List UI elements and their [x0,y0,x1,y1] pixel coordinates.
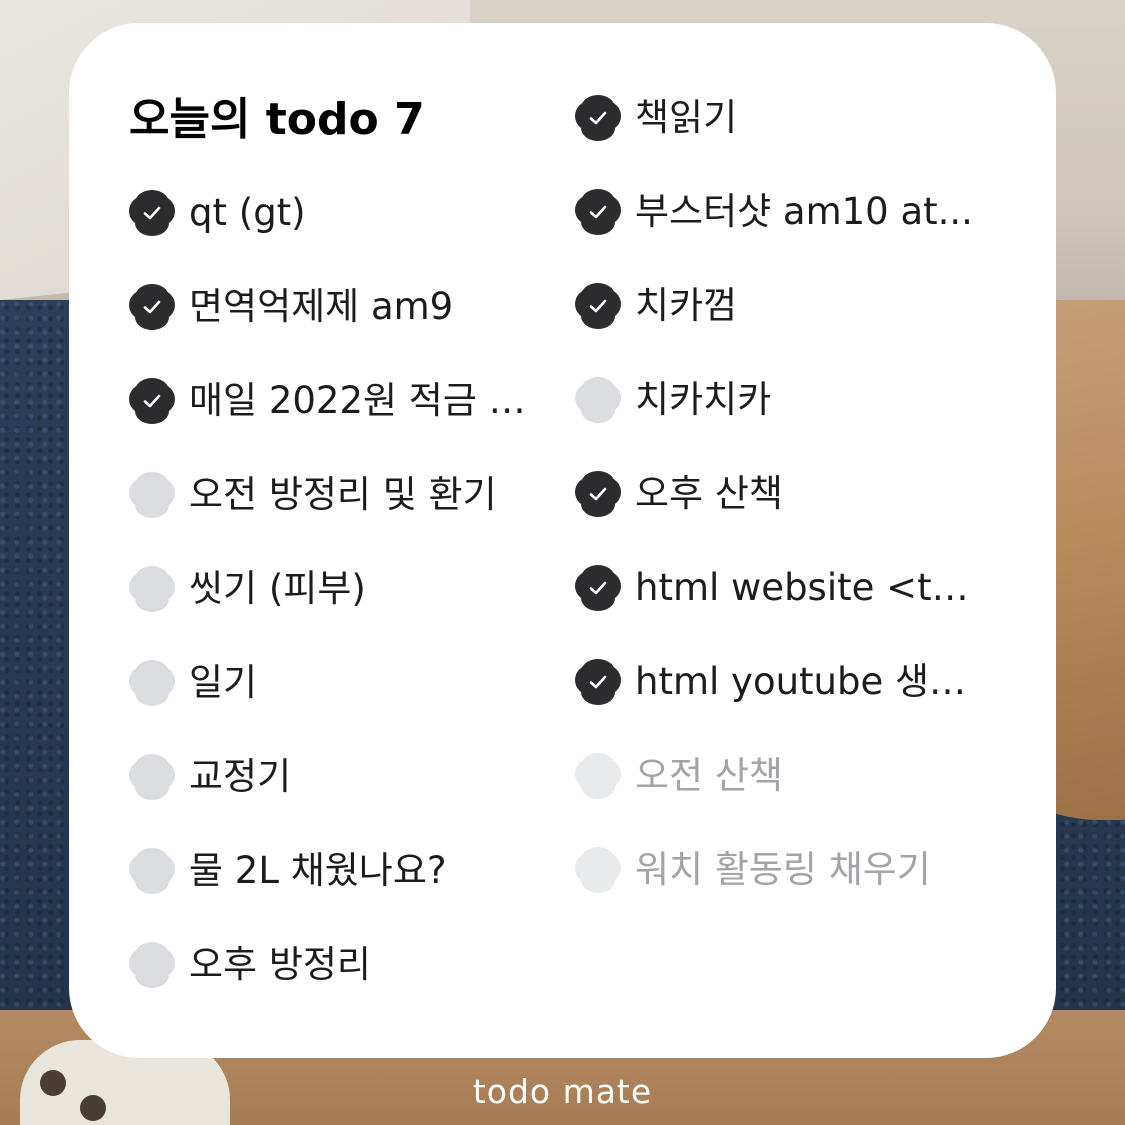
checkmark-icon [586,295,610,317]
checkmark-icon [140,296,164,318]
checkmark-icon [140,390,164,412]
empty-flower-icon[interactable] [575,377,621,423]
todo-item[interactable]: 워치 활동링 채우기 [575,840,931,900]
todo-item-label: 씻기 (피부) [189,567,366,610]
todo-item-label: html youtube 생활… [635,660,990,703]
empty-flower-icon[interactable] [575,753,621,799]
todo-item[interactable]: 씻기 (피부) [129,559,366,619]
todo-item[interactable]: 오후 산책 [575,464,783,524]
todo-item[interactable]: 오후 방정리 [129,935,371,995]
todo-item-label: 오전 산책 [635,754,783,797]
todo-item-label: 치카치카 [635,378,772,421]
checkmark-flower-icon[interactable] [575,659,621,705]
app-name-label: todo mate [472,1072,653,1111]
todo-item-label: 오후 방정리 [189,943,371,986]
checkmark-icon [586,671,610,693]
todo-item-label: 오후 산책 [635,472,783,515]
todo-item-label: 교정기 [189,755,292,798]
checkmark-icon [140,202,164,224]
todo-item[interactable]: 교정기 [129,747,291,807]
todo-item[interactable]: 책읽기 [575,88,737,148]
todo-item-label: 물 2L 채웠나요? [189,849,447,892]
checkmark-icon [586,483,610,505]
todo-item[interactable]: 치카껌 [575,276,737,336]
todo-item[interactable]: 오전 방정리 및 환기 [129,465,497,525]
todo-item[interactable]: 오전 산책 [575,746,783,806]
todo-item-label: 워치 활동링 채우기 [635,848,931,891]
empty-flower-icon[interactable] [129,848,175,894]
empty-flower-icon[interactable] [129,942,175,988]
todo-item-label: 치카껌 [635,284,738,327]
todo-widget[interactable]: 오늘의 todo 7 qt (gt) 면역억제제 am9 매일 2022원 적금 (… [69,23,1056,1058]
todo-item-label: 면역억제제 am9 [189,285,454,328]
todo-item-label: 일기 [189,661,258,704]
checkmark-flower-icon[interactable] [575,471,621,517]
todo-item[interactable]: 치카치카 [575,370,771,430]
checkmark-flower-icon[interactable] [575,95,621,141]
empty-flower-icon[interactable] [129,754,175,800]
todo-item[interactable]: 물 2L 채웠나요? [129,841,447,901]
todo-item-label: 매일 2022원 적금 (… [189,379,534,422]
checkmark-flower-icon[interactable] [575,283,621,329]
todo-item[interactable]: qt (gt) [129,183,306,243]
todo-item[interactable]: 부스터샷 am10 at... [575,182,973,242]
checkmark-flower-icon[interactable] [129,284,175,330]
empty-flower-icon[interactable] [129,472,175,518]
checkmark-icon [586,201,610,223]
todo-item[interactable]: 매일 2022원 적금 (… [129,371,534,431]
todo-item-label: 부스터샷 am10 at... [635,190,973,233]
checkmark-flower-icon[interactable] [129,190,175,236]
todo-item[interactable]: 면역억제제 am9 [129,277,453,337]
checkmark-flower-icon[interactable] [575,189,621,235]
empty-flower-icon[interactable] [129,566,175,612]
empty-flower-icon[interactable] [575,847,621,893]
todo-item-label: qt (gt) [189,191,306,234]
checkmark-flower-icon[interactable] [575,565,621,611]
todo-item[interactable]: html website <tag... [575,558,990,618]
checkmark-icon [586,577,610,599]
checkmark-flower-icon[interactable] [129,378,175,424]
widget-title: 오늘의 todo 7 [129,94,425,145]
checkmark-icon [586,107,610,129]
todo-item[interactable]: 일기 [129,653,257,713]
todo-item-label: 오전 방정리 및 환기 [189,473,497,516]
todo-item-label: html website <tag... [635,566,990,609]
empty-flower-icon[interactable] [129,660,175,706]
todo-item[interactable]: html youtube 생활… [575,652,990,712]
todo-item-label: 책읽기 [635,96,738,139]
